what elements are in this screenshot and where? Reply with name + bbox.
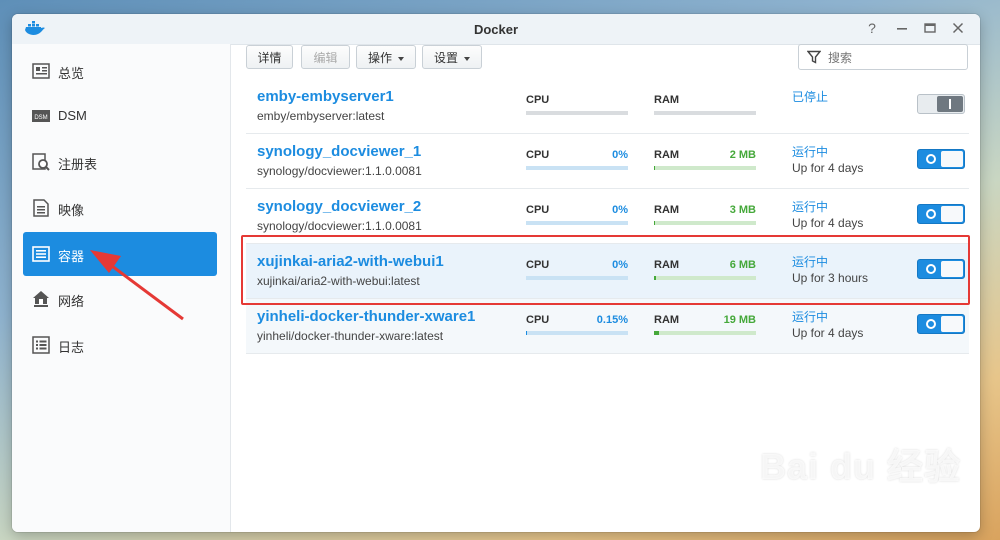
container-toggle[interactable] xyxy=(917,314,965,334)
container-icon xyxy=(32,246,50,262)
maximize-icon[interactable] xyxy=(922,20,938,36)
watermark-logo: Bai du 经验 xyxy=(760,446,962,487)
sidebar-item-label: 总览 xyxy=(58,66,85,81)
sidebar-item-label: DSM xyxy=(58,108,87,123)
ram-usage-bar xyxy=(654,331,756,335)
container-image: emby/embyserver:latest xyxy=(257,109,385,123)
baidu-watermark: Bai du 经验 jingyan.baidu.com xyxy=(760,438,990,518)
uptime-text: Up for 4 days xyxy=(792,216,864,230)
status-text: 运行中 xyxy=(792,310,829,324)
ram-usage-bar xyxy=(654,111,756,115)
dsm-icon: DSM xyxy=(32,110,50,122)
window-title: Docker xyxy=(473,22,519,37)
search-box[interactable] xyxy=(798,44,968,70)
highlight-box xyxy=(241,235,970,305)
cpu-value: 0% xyxy=(612,204,628,216)
sidebar-item-label: 网络 xyxy=(58,294,85,309)
sidebar-item-network[interactable]: 网络 xyxy=(23,277,217,321)
container-row[interactable]: yinheli-docker-thunder-xware1 yinheli/do… xyxy=(246,299,969,354)
overview-icon xyxy=(32,63,50,79)
ram-value: 19 MB xyxy=(723,314,756,326)
filter-icon[interactable] xyxy=(807,50,821,64)
container-image: synology/docviewer:1.1.0.0081 xyxy=(257,164,422,178)
cpu-label: CPU xyxy=(526,149,550,161)
sidebar-item-image[interactable]: 映像 xyxy=(23,186,217,230)
cpu-label: CPU xyxy=(526,204,550,216)
cpu-label: CPU xyxy=(526,314,550,326)
search-input[interactable] xyxy=(826,48,965,68)
container-toggle[interactable] xyxy=(917,94,965,114)
settings-menu-button[interactable]: 设置 xyxy=(422,45,482,69)
container-name[interactable]: emby-embyserver1 xyxy=(257,88,394,105)
cpu-value: 0% xyxy=(612,149,628,161)
help-icon[interactable]: ? xyxy=(864,20,880,36)
ram-usage-bar xyxy=(654,166,756,170)
ram-label: RAM xyxy=(654,204,680,216)
image-icon xyxy=(33,199,49,217)
toggle-knob xyxy=(941,151,963,167)
sidebar-item-label: 映像 xyxy=(58,203,85,218)
container-name[interactable]: synology_docviewer_2 xyxy=(257,198,421,215)
sidebar-item-overview[interactable]: 总览 xyxy=(23,49,217,93)
sidebar-item-log[interactable]: 日志 xyxy=(23,323,217,367)
status-text: 运行中 xyxy=(792,145,829,159)
sidebar-item-label: 日志 xyxy=(58,340,85,355)
cpu-usage-bar xyxy=(526,221,628,225)
cpu-usage-bar xyxy=(526,111,628,115)
sidebar-item-container[interactable]: 容器 xyxy=(23,232,217,276)
action-menu-button[interactable]: 操作 xyxy=(356,45,416,69)
toggle-knob xyxy=(937,96,963,112)
sidebar-item-label: 注册表 xyxy=(58,157,98,172)
ram-value: 3 MB xyxy=(729,204,756,216)
container-toggle[interactable] xyxy=(917,149,965,169)
ram-label: RAM xyxy=(654,94,680,106)
ram-label: RAM xyxy=(654,149,680,161)
toggle-knob xyxy=(941,206,963,222)
cpu-label: CPU xyxy=(526,94,550,106)
ram-label: RAM xyxy=(654,314,680,326)
status-text: 运行中 xyxy=(792,200,829,214)
log-icon xyxy=(32,336,50,354)
sidebar-item-dsm[interactable]: DSM DSM xyxy=(23,94,217,138)
chevron-down-icon xyxy=(398,56,404,61)
details-button-label: 详情 xyxy=(257,51,282,65)
edit-button[interactable]: 编辑 xyxy=(301,45,350,69)
container-name[interactable]: synology_docviewer_1 xyxy=(257,143,421,160)
ram-usage-bar xyxy=(654,221,756,225)
sidebar: 总览 DSM DSM 注册表 映像 容器 网络 日志 xyxy=(12,44,231,532)
uptime-text: Up for 4 days xyxy=(792,161,864,175)
edit-button-label: 编辑 xyxy=(313,51,338,65)
sidebar-item-label: 容器 xyxy=(58,249,85,264)
cpu-value: 0.15% xyxy=(596,314,628,326)
minimize-icon[interactable] xyxy=(894,20,910,36)
container-image: yinheli/docker-thunder-xware:latest xyxy=(257,329,444,343)
settings-button-label: 设置 xyxy=(433,51,458,65)
svg-text:DSM: DSM xyxy=(34,115,47,121)
action-button-label: 操作 xyxy=(367,51,392,65)
cpu-usage-bar xyxy=(526,166,628,170)
chevron-down-icon xyxy=(464,56,470,61)
container-row[interactable]: emby-embyserver1 emby/embyserver:latest … xyxy=(246,79,969,134)
status-text: 已停止 xyxy=(792,90,829,104)
title-bar: Docker ? xyxy=(12,14,980,45)
container-toggle[interactable] xyxy=(917,204,965,224)
uptime-text: Up for 4 days xyxy=(792,326,864,340)
container-image: synology/docviewer:1.1.0.0081 xyxy=(257,219,422,233)
toggle-knob xyxy=(941,316,963,332)
container-name[interactable]: yinheli-docker-thunder-xware1 xyxy=(257,308,475,325)
cpu-usage-bar xyxy=(526,331,628,335)
registry-icon xyxy=(32,153,50,171)
container-row[interactable]: synology_docviewer_1 synology/docviewer:… xyxy=(246,134,969,189)
watermark-url: jingyan.baidu.com xyxy=(766,494,904,511)
details-button[interactable]: 详情 xyxy=(246,45,293,69)
close-icon[interactable] xyxy=(950,20,966,36)
sidebar-item-registry[interactable]: 注册表 xyxy=(23,140,217,184)
ram-value: 2 MB xyxy=(729,149,756,161)
network-icon xyxy=(33,291,49,307)
